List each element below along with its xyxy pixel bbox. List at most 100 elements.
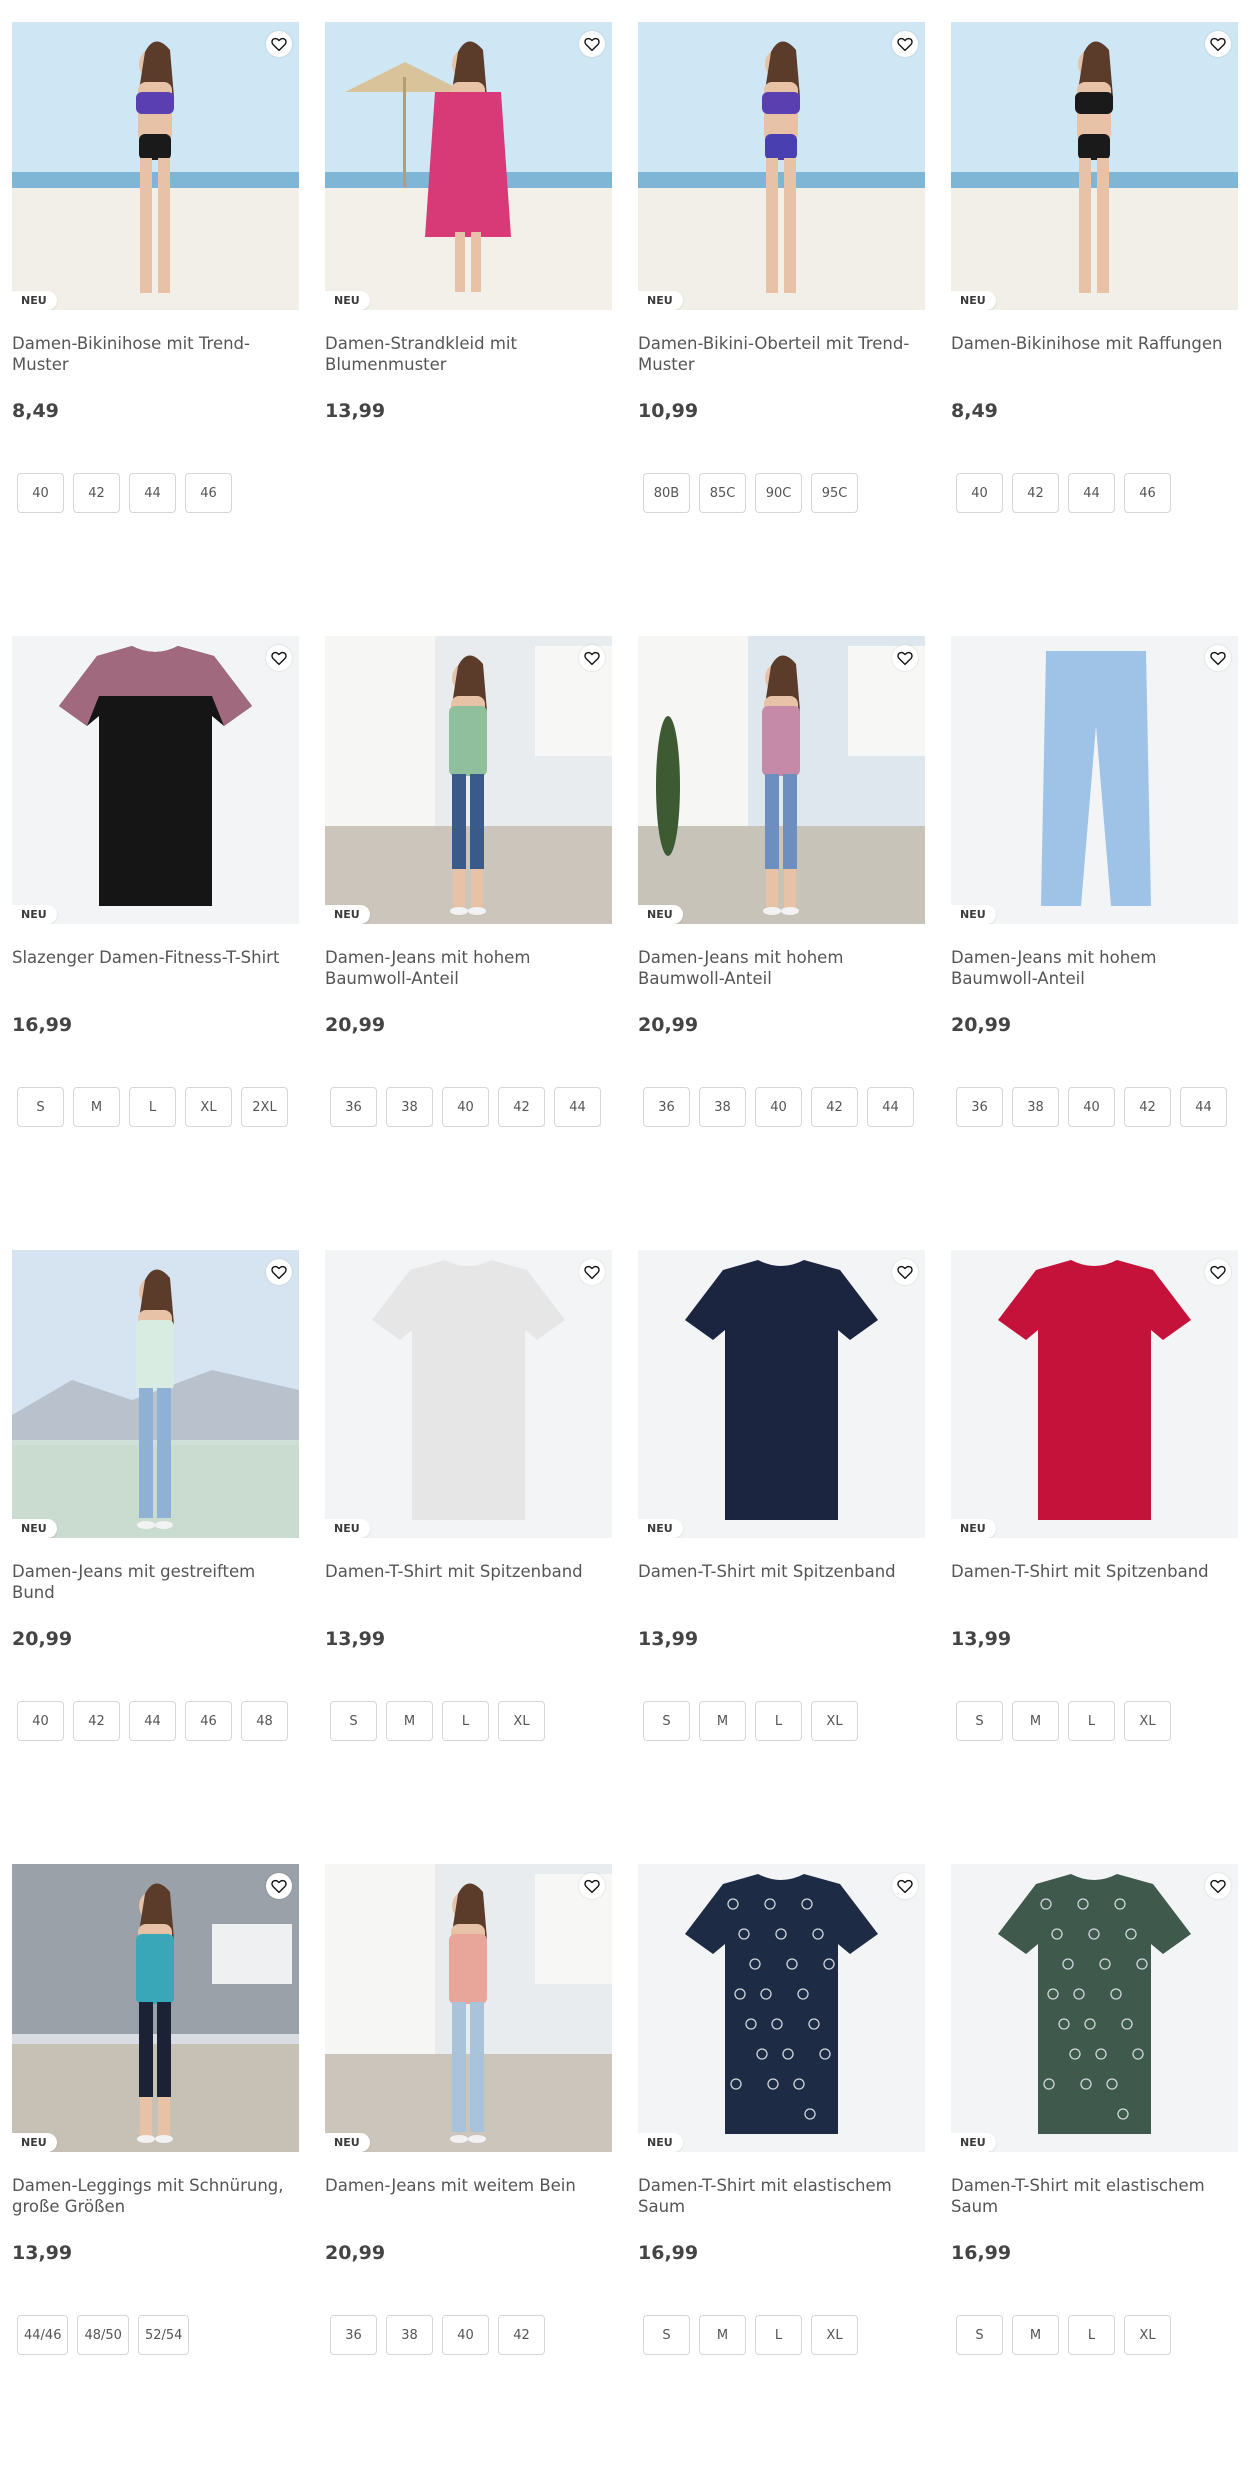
product-card[interactable]: NEU Damen-T-Shirt mit elastischem Saum 16,… [951, 1864, 1238, 2478]
size-option[interactable]: 38 [386, 2315, 433, 2355]
size-option[interactable]: 42 [498, 1087, 545, 1127]
size-option[interactable]: 44/46 [17, 2315, 69, 2355]
size-option[interactable]: 40 [17, 473, 64, 513]
product-title[interactable]: Damen-Bikinihose mit Trend-Muster [12, 333, 299, 377]
product-title[interactable]: Damen-Bikinihose mit Raffungen [951, 333, 1238, 377]
size-option[interactable]: 36 [956, 1087, 1003, 1127]
size-option[interactable]: 42 [73, 473, 120, 513]
product-card[interactable]: NEU Damen-T-Shirt mit Spitzenband 13,99 S M L… [325, 1250, 612, 1864]
size-option[interactable]: 44 [1180, 1087, 1227, 1127]
size-option[interactable]: M [699, 1701, 746, 1741]
favorite-button[interactable] [892, 1873, 918, 1899]
favorite-button[interactable] [579, 1259, 605, 1285]
size-option[interactable]: 36 [330, 1087, 377, 1127]
product-title[interactable]: Damen-Bikini-Oberteil mit Trend-Muster [638, 333, 925, 377]
product-image[interactable]: NEU [12, 22, 299, 310]
size-option[interactable]: 42 [1124, 1087, 1171, 1127]
product-image[interactable]: NEU [951, 1250, 1238, 1538]
product-title[interactable]: Slazenger Damen-Fitness-T-Shirt [12, 947, 299, 991]
size-option[interactable]: 46 [185, 1701, 232, 1741]
size-option[interactable]: 38 [386, 1087, 433, 1127]
product-image[interactable]: NEU [638, 636, 925, 924]
size-option[interactable]: 2XL [241, 1087, 288, 1127]
size-option[interactable]: M [73, 1087, 120, 1127]
size-option[interactable]: 80B [643, 473, 690, 513]
size-option[interactable]: 42 [811, 1087, 858, 1127]
product-card[interactable]: NEU Damen-Leggings mit Schnürung, große G… [12, 1864, 299, 2478]
product-title[interactable]: Damen-T-Shirt mit Spitzenband [951, 1561, 1238, 1605]
product-title[interactable]: Damen-T-Shirt mit elastischem Saum [951, 2175, 1238, 2219]
product-image[interactable]: NEU [951, 1864, 1238, 2152]
favorite-button[interactable] [266, 1259, 292, 1285]
product-image[interactable]: NEU [12, 636, 299, 924]
size-option[interactable]: S [643, 2315, 690, 2355]
size-option[interactable]: 40 [442, 1087, 489, 1127]
product-card[interactable]: NEU Damen-Bikinihose mit Trend-Muster 8,49… [12, 22, 299, 636]
product-card[interactable]: NEU Damen-T-Shirt mit elastischem Saum 16,… [638, 1864, 925, 2478]
size-option[interactable]: 95C [811, 473, 858, 513]
product-image[interactable]: NEU [325, 1250, 612, 1538]
size-option[interactable]: L [1068, 2315, 1115, 2355]
size-option[interactable]: 44 [1068, 473, 1115, 513]
product-card[interactable]: NEU Damen-Strandkleid mit Blumenmuster 13,… [325, 22, 612, 636]
size-option[interactable]: 38 [1012, 1087, 1059, 1127]
favorite-button[interactable] [892, 645, 918, 671]
size-option[interactable]: S [956, 1701, 1003, 1741]
size-option[interactable]: XL [185, 1087, 232, 1127]
size-option[interactable]: S [17, 1087, 64, 1127]
product-image[interactable]: NEU [325, 1864, 612, 2152]
product-card[interactable]: NEU Slazenger Damen-Fitness-T-Shirt 16,99 S… [12, 636, 299, 1250]
product-image[interactable]: NEU [951, 636, 1238, 924]
product-card[interactable]: NEU Damen-Bikini-Oberteil mit Trend-Muste… [638, 22, 925, 636]
favorite-button[interactable] [1205, 31, 1231, 57]
product-image[interactable]: NEU [638, 1864, 925, 2152]
size-option[interactable]: 42 [73, 1701, 120, 1741]
size-option[interactable]: XL [1124, 1701, 1171, 1741]
size-option[interactable]: 85C [699, 473, 746, 513]
size-option[interactable]: XL [811, 2315, 858, 2355]
size-option[interactable]: M [1012, 1701, 1059, 1741]
product-card[interactable]: NEU Damen-T-Shirt mit Spitzenband 13,99 S M L… [638, 1250, 925, 1864]
size-option[interactable]: 40 [956, 473, 1003, 513]
size-option[interactable]: 90C [755, 473, 802, 513]
size-option[interactable]: L [755, 2315, 802, 2355]
product-card[interactable]: NEU Damen-T-Shirt mit Spitzenband 13,99 S M L… [951, 1250, 1238, 1864]
favorite-button[interactable] [1205, 645, 1231, 671]
size-option[interactable]: 42 [498, 2315, 545, 2355]
size-option[interactable]: L [755, 1701, 802, 1741]
product-card[interactable]: NEU Damen-Jeans mit hohem Baumwoll-Anteil… [325, 636, 612, 1250]
size-option[interactable]: S [643, 1701, 690, 1741]
product-title[interactable]: Damen-Jeans mit weitem Bein [325, 2175, 612, 2219]
size-option[interactable]: 44 [129, 473, 176, 513]
favorite-button[interactable] [579, 645, 605, 671]
size-option[interactable]: 40 [1068, 1087, 1115, 1127]
product-title[interactable]: Damen-Jeans mit hohem Baumwoll-Anteil [638, 947, 925, 991]
favorite-button[interactable] [266, 31, 292, 57]
size-option[interactable]: 46 [1124, 473, 1171, 513]
size-option[interactable]: M [1012, 2315, 1059, 2355]
product-image[interactable]: NEU [951, 22, 1238, 310]
size-option[interactable]: 38 [699, 1087, 746, 1127]
product-title[interactable]: Damen-Strandkleid mit Blumenmuster [325, 333, 612, 377]
product-title[interactable]: Damen-Jeans mit hohem Baumwoll-Anteil [951, 947, 1238, 991]
size-option[interactable]: 36 [643, 1087, 690, 1127]
size-option[interactable]: S [330, 1701, 377, 1741]
favorite-button[interactable] [266, 645, 292, 671]
size-option[interactable]: 40 [755, 1087, 802, 1127]
product-card[interactable]: NEU Damen-Jeans mit hohem Baumwoll-Anteil… [638, 636, 925, 1250]
size-option[interactable]: L [442, 1701, 489, 1741]
product-image[interactable]: NEU [325, 636, 612, 924]
size-option[interactable]: 48/50 [77, 2315, 129, 2355]
product-title[interactable]: Damen-Jeans mit gestreiftem Bund [12, 1561, 299, 1605]
size-option[interactable]: S [956, 2315, 1003, 2355]
product-title[interactable]: Damen-Jeans mit hohem Baumwoll-Anteil [325, 947, 612, 991]
size-option[interactable]: M [699, 2315, 746, 2355]
size-option[interactable]: XL [1124, 2315, 1171, 2355]
favorite-button[interactable] [892, 1259, 918, 1285]
product-image[interactable]: NEU [12, 1864, 299, 2152]
size-option[interactable]: 44 [129, 1701, 176, 1741]
size-option[interactable]: 46 [185, 473, 232, 513]
size-option[interactable]: XL [811, 1701, 858, 1741]
size-option[interactable]: XL [498, 1701, 545, 1741]
size-option[interactable]: M [386, 1701, 433, 1741]
